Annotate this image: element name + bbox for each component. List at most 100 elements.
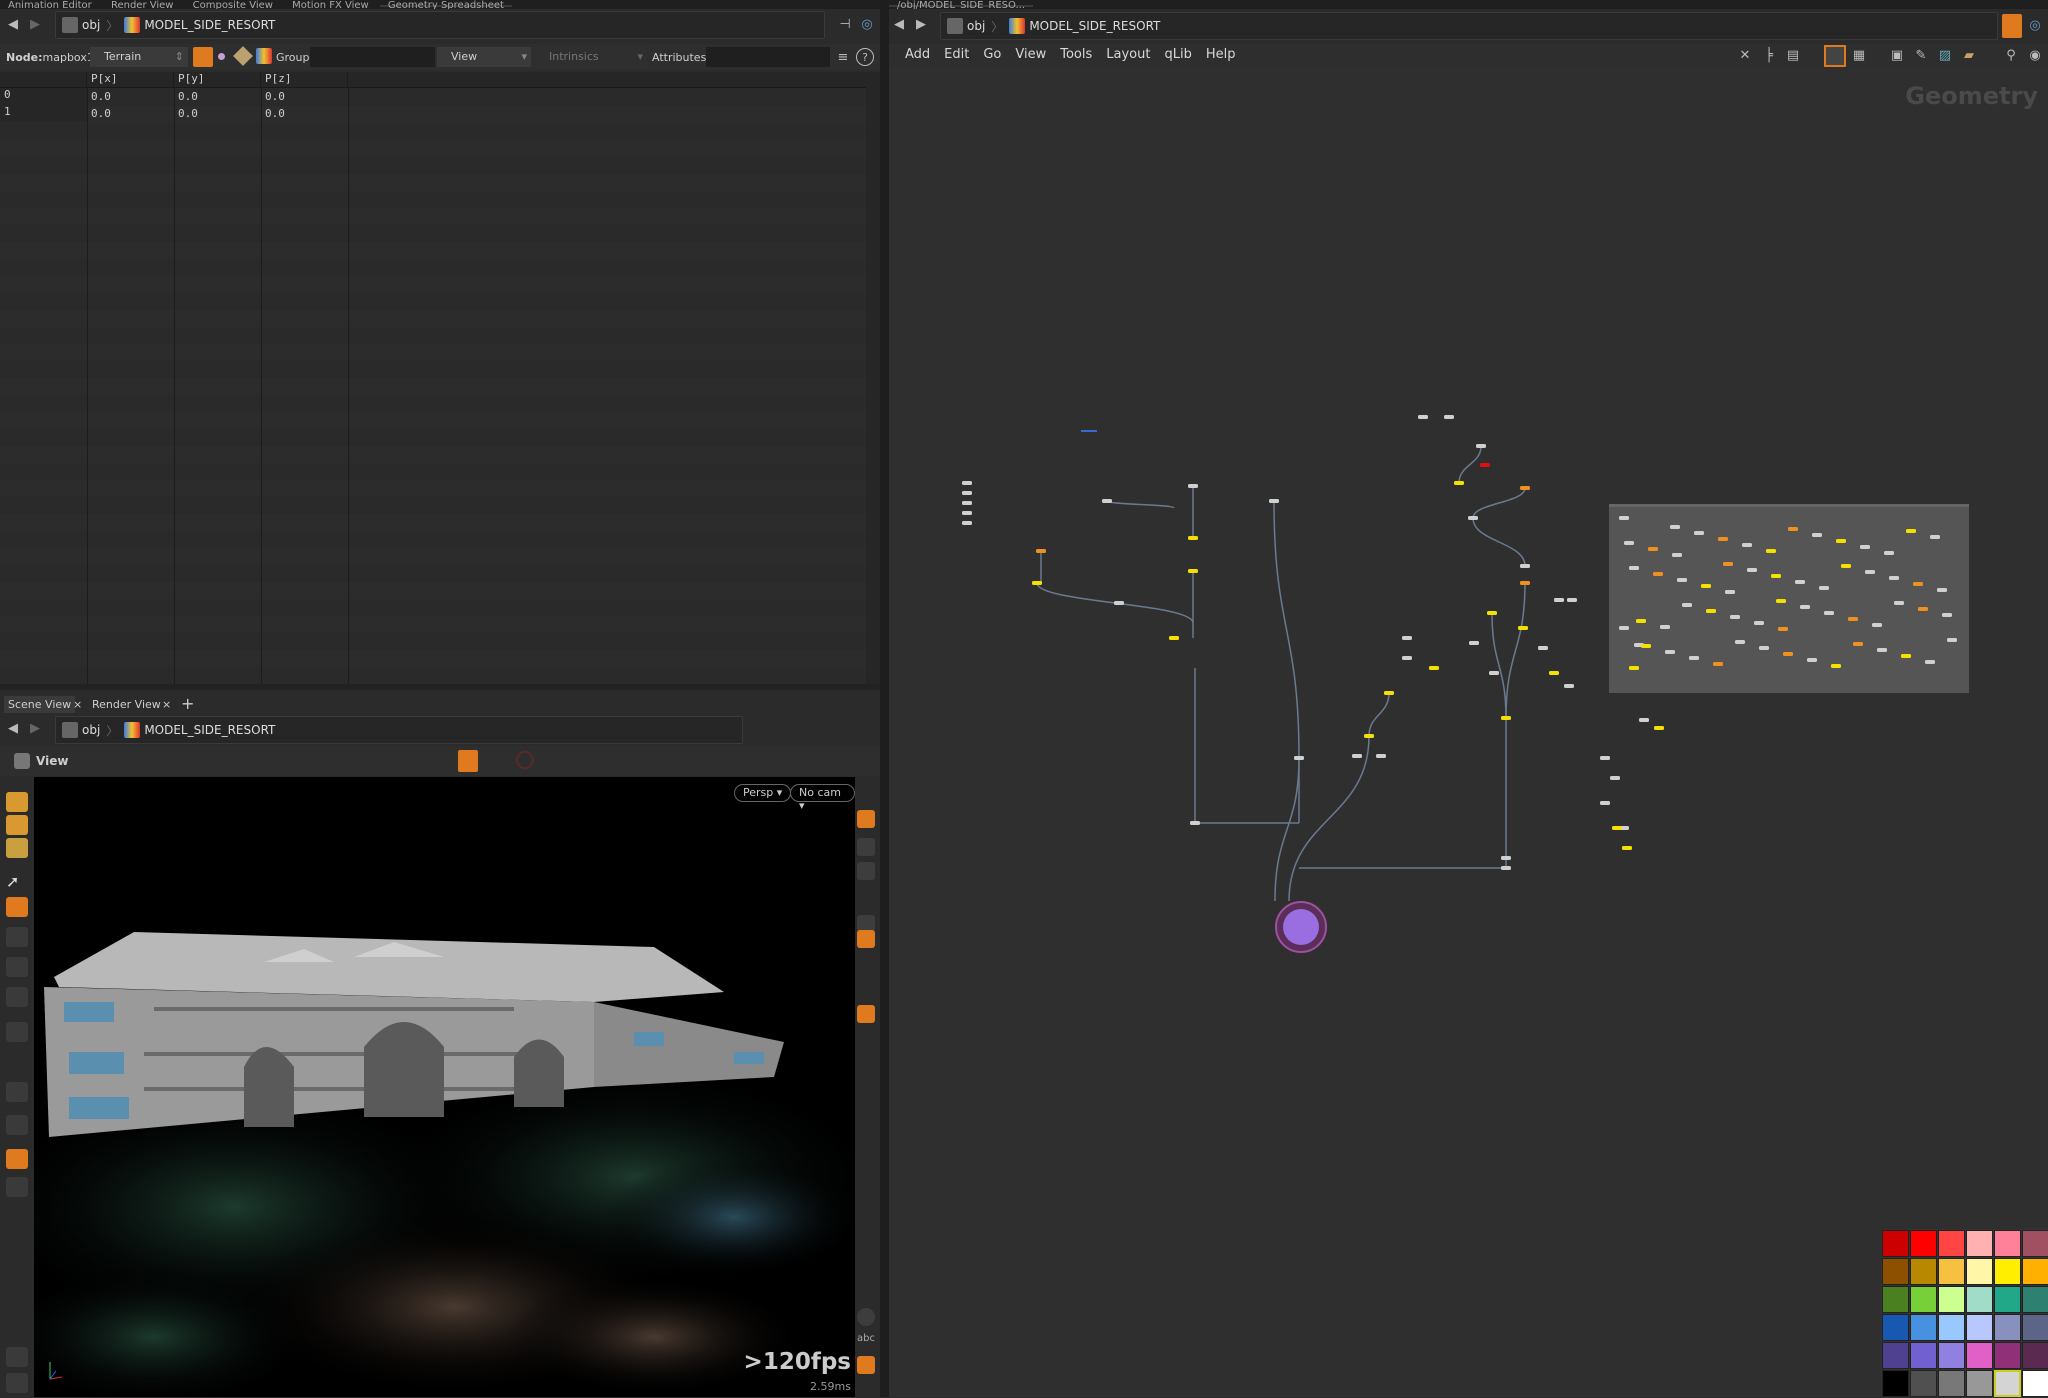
network-node[interactable] [1942,613,1952,617]
color-swatch[interactable] [1882,1370,1909,1397]
attributes-field[interactable] [706,47,830,67]
menu-view[interactable]: View [1015,47,1046,62]
network-node[interactable] [1102,499,1112,503]
network-node[interactable] [1689,656,1699,660]
network-node[interactable] [1610,776,1620,780]
intrinsics-select[interactable]: Intrinsics ▾ [535,47,647,67]
color-swatch[interactable] [1966,1342,1993,1369]
background-icon[interactable] [857,1308,875,1326]
node-type-select[interactable]: Terrain ⇕ [90,47,188,67]
back-icon[interactable]: ◀ [4,719,22,737]
scale-icon[interactable] [6,987,28,1007]
rotate-icon[interactable] [6,957,28,977]
color-swatch[interactable] [1966,1258,1993,1285]
network-node[interactable] [1501,866,1511,870]
forward-icon[interactable]: ▶ [26,719,44,737]
path-node[interactable]: MODEL_SIDE_RESORT [144,723,275,737]
network-node[interactable] [1713,662,1723,666]
lock-camera-icon[interactable] [857,862,875,880]
network-node[interactable] [1384,691,1394,695]
network-node[interactable] [1725,590,1735,594]
path-node[interactable]: MODEL_SIDE_RESORT [1029,19,1160,33]
close-icon[interactable]: × [162,698,171,711]
network-node[interactable] [1660,625,1670,629]
pin-icon[interactable] [2002,14,2022,38]
color-swatch[interactable] [1910,1258,1937,1285]
network-node[interactable] [1754,621,1764,625]
color-swatch[interactable] [1994,1370,2021,1397]
color-swatch[interactable] [1938,1370,1965,1397]
network-node[interactable] [1783,652,1793,656]
help-icon[interactable]: ? [856,48,874,66]
color-swatch[interactable] [1966,1230,1993,1257]
menu-go[interactable]: Go [983,47,1001,62]
handle-icon[interactable] [6,815,28,835]
tab-animation-editor[interactable]: Animation Editor [0,1,100,10]
stop-icon[interactable] [516,751,534,769]
network-node[interactable] [1032,581,1042,585]
pose-icon[interactable] [6,1022,28,1042]
network-node[interactable] [962,491,972,495]
points-mode-icon[interactable] [193,47,213,67]
view-tool-icon[interactable] [6,1177,28,1197]
network-node[interactable] [1480,463,1490,467]
pane-splitter[interactable] [880,0,889,1397]
tab-motion-fx-view[interactable]: Motion FX View [284,1,377,10]
search-icon[interactable]: ⚲ [2002,46,2020,64]
network-node[interactable] [1800,605,1810,609]
network-node[interactable] [1836,539,1846,543]
network-node[interactable] [1718,537,1728,541]
network-node[interactable] [1469,641,1479,645]
network-node[interactable] [962,481,972,485]
pin-icon[interactable]: ⊣ [836,15,854,33]
detail-mode-icon[interactable] [256,48,272,64]
color-swatch[interactable] [2022,1314,2048,1341]
tree-icon[interactable]: ╞ [1760,46,1778,64]
link-icon[interactable]: ◎ [2026,16,2044,34]
network-node[interactable] [1694,531,1704,535]
network-node[interactable] [1759,646,1769,650]
color-swatch[interactable] [1938,1258,1965,1285]
network-node[interactable] [1501,856,1511,860]
network-node[interactable] [1735,640,1745,644]
color-swatch[interactable] [1994,1258,2021,1285]
network-node[interactable] [1114,601,1124,605]
network-node[interactable] [1619,626,1629,630]
menu-add[interactable]: Add [905,47,930,62]
link-icon[interactable]: ◎ [858,15,876,33]
network-node[interactable] [1622,846,1632,850]
camera-icon[interactable] [14,753,30,769]
network-node[interactable] [1188,569,1198,573]
network-node[interactable] [1913,582,1923,586]
network-node[interactable] [1884,551,1894,555]
network-node[interactable] [1653,572,1663,576]
network-node[interactable] [1169,636,1179,640]
color-swatch[interactable] [1938,1230,1965,1257]
network-node[interactable] [1672,553,1682,557]
network-node[interactable] [1747,568,1757,572]
menu-layout[interactable]: Layout [1106,47,1150,62]
network-node[interactable] [1520,486,1530,490]
brush-icon[interactable] [6,838,28,858]
shading-icon[interactable] [857,1005,875,1023]
image-icon[interactable] [857,1356,875,1374]
network-node[interactable] [1766,549,1776,553]
network-node[interactable] [1429,666,1439,670]
back-icon[interactable]: ◀ [890,15,908,33]
network-node[interactable] [1901,654,1911,658]
color-swatch[interactable] [1882,1342,1909,1369]
network-node[interactable] [1600,756,1610,760]
network-node[interactable] [1624,541,1634,545]
network-node[interactable] [1520,581,1530,585]
color-swatch[interactable] [1882,1314,1909,1341]
label-toggle[interactable]: abc [857,1333,875,1344]
network-node[interactable] [1925,660,1935,664]
network-node[interactable] [1538,646,1548,650]
select-arrow-icon[interactable]: ➚ [6,872,28,892]
snap-active-icon[interactable] [6,1149,28,1169]
path-root[interactable]: obj [967,19,985,33]
parameters-icon[interactable]: ▣ [1888,46,1906,64]
network-node[interactable] [1654,726,1664,730]
color-palette-toggle[interactable] [1824,45,1846,67]
visibility-icon[interactable] [857,838,875,856]
